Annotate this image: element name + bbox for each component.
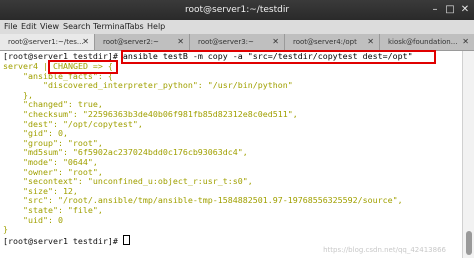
tab-label: root@server3:~ [198,38,254,46]
tab-close-icon[interactable]: ✕ [272,37,279,46]
tab-server1[interactable]: root@server1:~/tes... ✕ [0,34,95,50]
tab-server3[interactable]: root@server3:~ ✕ [190,34,285,50]
host-name: server4 [3,61,38,71]
menu-help[interactable]: Help [147,22,165,31]
tab-server2[interactable]: root@server2:~ ✕ [95,34,190,50]
tab-close-icon[interactable]: ✕ [462,37,469,46]
tab-label: kiosk@foundation... [388,38,458,46]
output-line: "discovered_interpreter_python": "/usr/b… [3,80,293,91]
tab-label: root@server4:/opt [293,38,357,46]
tab-foundation[interactable]: kiosk@foundation... ✕ [380,34,474,50]
menu-search[interactable]: Search [63,22,90,31]
menu-bar: File Edit View Search Terminal Tabs Help [0,20,474,34]
terminal-cursor [122,235,130,245]
tab-label: root@server1:~/tes... [8,38,84,46]
title-bar: root@server1:~/testdir – □ ✕ [0,0,474,20]
command-line: [root@server1 testdir]# [3,235,130,247]
tab-server4[interactable]: root@server4:/opt ✕ [285,34,380,50]
tab-close-icon[interactable]: ✕ [82,37,89,46]
tab-close-icon[interactable]: ✕ [367,37,374,46]
output-line: } [3,224,8,235]
menu-edit[interactable]: Edit [21,22,37,31]
minimize-icon[interactable]: – [428,3,442,17]
terminal-output[interactable]: [root@server1 testdir]# ansible testB -m… [0,50,462,258]
menu-file[interactable]: File [4,22,17,31]
command-highlight-box [121,50,436,64]
tab-label: root@server2:~ [103,38,159,46]
scrollbar[interactable] [462,51,474,258]
output-line: "uid": 0 [3,214,63,225]
menu-tabs[interactable]: Tabs [126,22,144,31]
tab-close-icon[interactable]: ✕ [177,37,184,46]
scrollbar-thumb[interactable] [466,231,472,255]
shell-prompt: [root@server1 testdir]# [3,236,118,246]
watermark: https://blog.csdn.net/qq_42413866 [323,246,446,255]
close-icon[interactable]: ✕ [458,3,472,17]
status-highlight-box [48,60,118,74]
window-title: root@server1:~/testdir [184,5,290,15]
maximize-icon[interactable]: □ [443,3,457,17]
menu-view[interactable]: View [40,22,59,31]
tab-bar: root@server1:~/tes... ✕ root@server2:~ ✕… [0,34,474,51]
menu-terminal[interactable]: Terminal [93,22,127,31]
